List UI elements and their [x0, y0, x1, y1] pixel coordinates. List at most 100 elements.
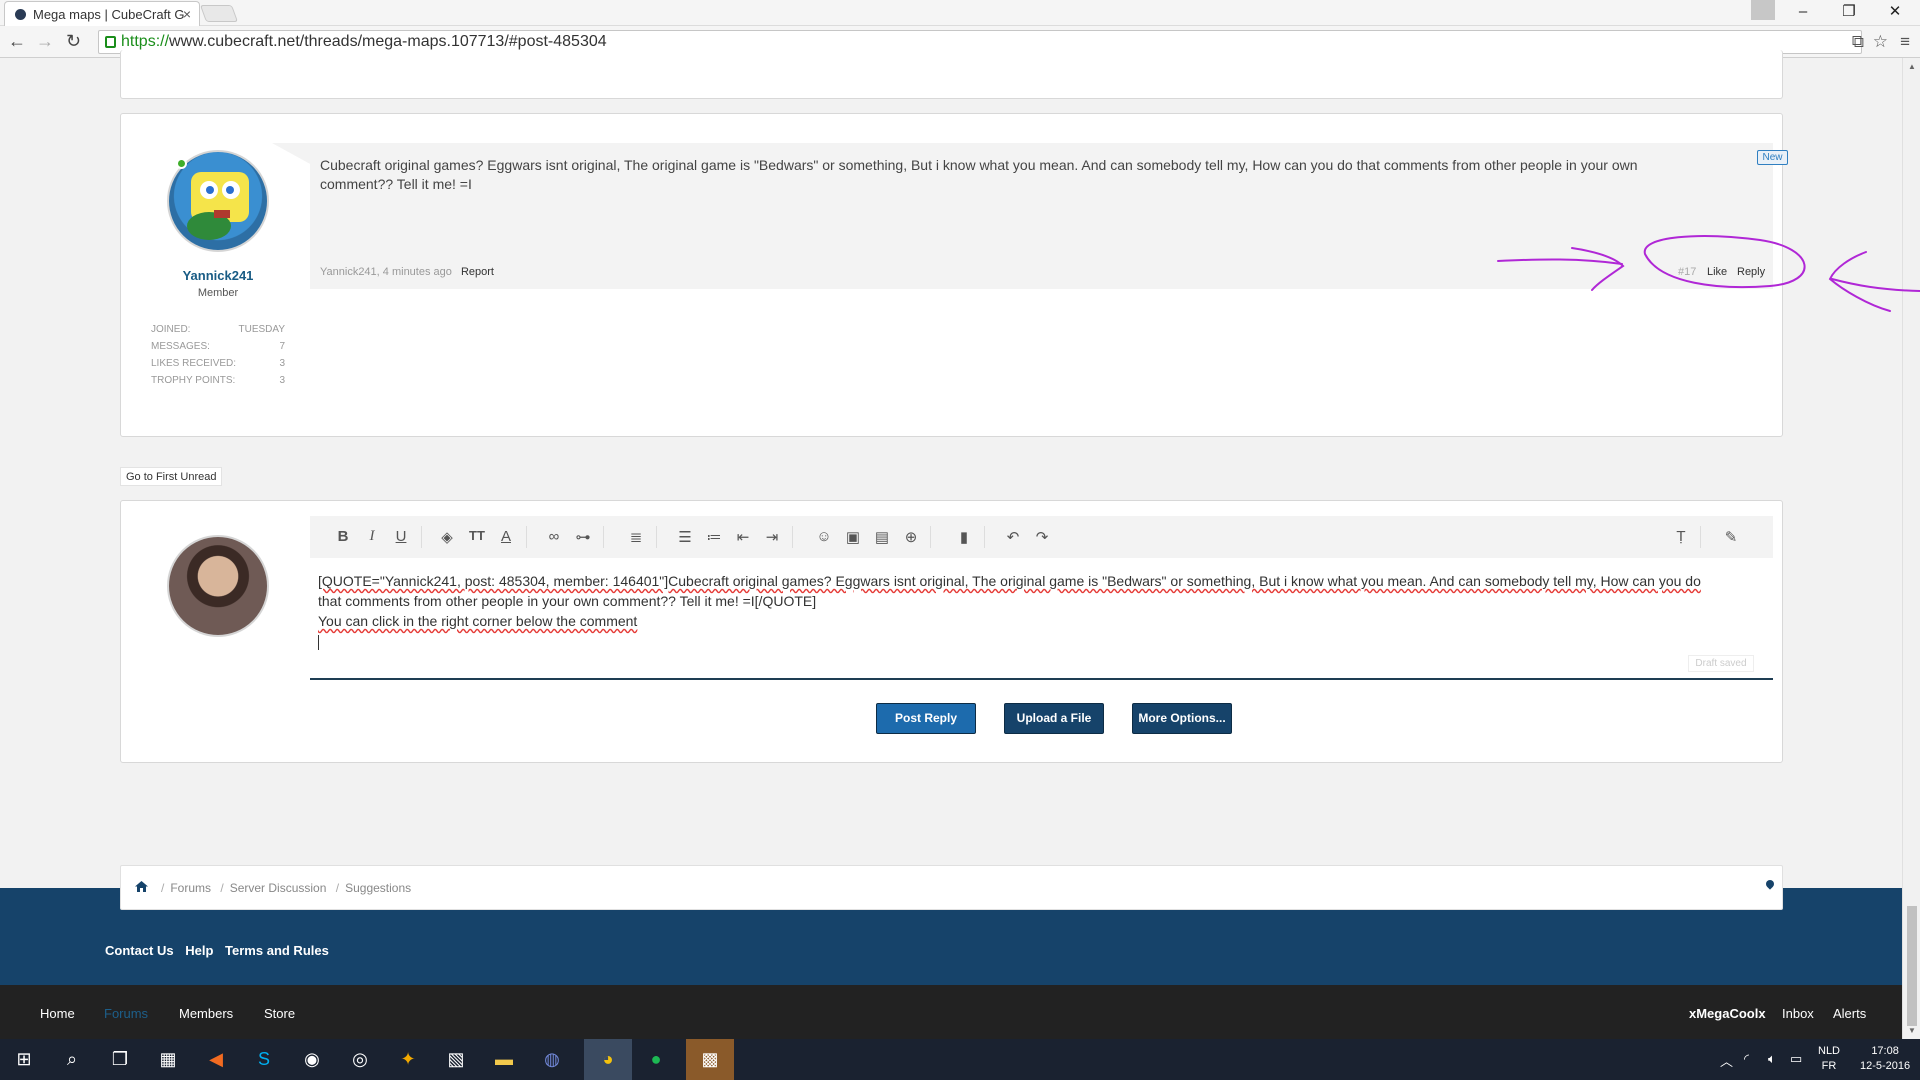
spotify-icon[interactable]: ● — [632, 1039, 680, 1080]
language-indicator[interactable]: NLD FR — [1818, 1044, 1840, 1074]
footer-links: Contact Us Help Terms and Rules — [105, 943, 337, 958]
like-link[interactable]: Like — [1707, 266, 1727, 278]
audio-app-icon[interactable]: ◀ — [192, 1039, 240, 1080]
steam-icon[interactable]: ◉ — [288, 1039, 336, 1080]
window-close-icon[interactable]: ✕ — [1872, 0, 1918, 24]
chrome-icon[interactable]: ◕ — [584, 1039, 632, 1080]
help-link[interactable]: Help — [185, 943, 213, 958]
paint-app-icon[interactable]: ✦ — [384, 1039, 432, 1080]
upload-file-button[interactable]: Upload a File — [1004, 703, 1104, 734]
undo-icon[interactable]: ↶ — [1002, 528, 1024, 546]
go-to-first-unread-button[interactable]: Go to First Unread — [120, 467, 223, 486]
terms-link[interactable]: Terms and Rules — [225, 943, 329, 958]
new-badge: New — [1757, 150, 1788, 165]
editor-reply-line: You can click in the right corner below … — [318, 613, 638, 629]
unlink-icon[interactable]: ⊶ — [572, 528, 594, 546]
nav-store[interactable]: Store — [264, 1006, 295, 1021]
scroll-down-icon[interactable]: ▼ — [1908, 1026, 1916, 1035]
discord-icon[interactable]: ◍ — [528, 1039, 576, 1080]
italic-icon[interactable]: I — [361, 528, 383, 545]
media-icon[interactable]: ▤ — [871, 528, 893, 546]
font-size-icon[interactable]: TT — [466, 528, 488, 543]
numbered-list-icon[interactable]: ≔ — [703, 528, 725, 546]
windows-start-icon[interactable]: ⊞ — [0, 1039, 48, 1080]
smiley-icon[interactable]: ☺ — [813, 528, 835, 545]
search-icon[interactable]: ⌕ — [48, 1039, 96, 1080]
more-options-button[interactable]: More Options... — [1132, 703, 1232, 734]
location-pin-icon[interactable] — [1764, 878, 1776, 890]
menu-icon[interactable]: ≡ — [1900, 32, 1920, 52]
close-icon[interactable]: × — [183, 6, 191, 22]
breadcrumb-suggestions[interactable]: Suggestions — [345, 881, 411, 895]
post-number-link[interactable]: #17 — [1678, 266, 1696, 278]
action-center-icon[interactable]: ▭ — [1790, 1051, 1802, 1067]
bold-icon[interactable]: B — [332, 528, 354, 545]
minecraft-icon[interactable]: ▩ — [686, 1039, 734, 1080]
translate-icon[interactable]: ⧉ — [1852, 32, 1874, 52]
indent-icon[interactable]: ⇥ — [761, 528, 783, 546]
file-explorer-icon[interactable]: ▬ — [480, 1039, 528, 1080]
reply-link[interactable]: Reply — [1737, 266, 1765, 278]
document-icon[interactable]: ▮ — [953, 528, 975, 546]
tray-expand-icon[interactable]: ︿ — [1720, 1051, 1733, 1070]
contact-us-link[interactable]: Contact Us — [105, 943, 174, 958]
align-icon[interactable]: ≣ — [625, 528, 647, 546]
network-icon[interactable]: ◜ — [1744, 1051, 1749, 1067]
post-message: Cubecraft original games? Eggwars isnt o… — [320, 157, 1638, 192]
reload-icon[interactable]: ↻ — [66, 31, 81, 52]
browser-tab[interactable]: Mega maps | CubeCraft G × — [4, 1, 200, 26]
pencil-icon[interactable]: ✎ — [1720, 528, 1742, 546]
bullet-list-icon[interactable]: ☰ — [674, 528, 696, 546]
volume-icon[interactable]: 🔈︎ — [1768, 1051, 1776, 1067]
breadcrumb-trail: / Forums / Server Discussion / Suggestions — [161, 881, 412, 895]
obs-icon[interactable]: ◎ — [336, 1039, 384, 1080]
underline-icon[interactable]: U — [390, 528, 412, 545]
nav-members[interactable]: Members — [179, 1006, 233, 1021]
bookmark-star-icon[interactable]: ☆ — [1873, 32, 1898, 52]
url-scheme: https:// — [121, 33, 170, 50]
post-author-time: Yannick241, 4 minutes ago — [320, 266, 452, 278]
toolbar-separator — [656, 526, 657, 548]
calculator-icon[interactable]: ▦ — [144, 1039, 192, 1080]
report-link[interactable]: Report — [461, 266, 494, 278]
reply-editor[interactable]: [QUOTE="Yannick241, post: 485304, member… — [318, 571, 1748, 651]
post-reply-button[interactable]: Post Reply — [876, 703, 976, 734]
insert-icon[interactable]: ⊕ — [900, 528, 922, 546]
home-icon[interactable] — [135, 881, 148, 892]
cubecraft-favicon-icon — [15, 9, 26, 20]
breadcrumb-server-discussion[interactable]: Server Discussion — [230, 881, 327, 895]
scroll-thumb[interactable] — [1907, 906, 1917, 1026]
nav-forums[interactable]: Forums — [104, 1006, 148, 1021]
nav-username[interactable]: xMegaCoolx — [1689, 1006, 1766, 1021]
stat-trophy-points: Trophy Points: 3 — [151, 375, 285, 386]
post-username[interactable]: Yannick241 — [120, 268, 316, 283]
editor-caret-line — [318, 631, 1748, 651]
page-scrollbar[interactable]: ▲ ▼ — [1902, 58, 1920, 1039]
system-clock[interactable]: 17:08 12-5-2016 — [1860, 1044, 1910, 1074]
user-title: Member — [197, 287, 239, 299]
toolbar-separator — [526, 526, 527, 548]
nav-home[interactable]: Home — [40, 1006, 75, 1021]
new-tab-button[interactable] — [199, 5, 239, 22]
fill-color-icon[interactable]: ◈ — [436, 528, 458, 546]
restore-icon[interactable]: ❐ — [1826, 0, 1872, 24]
redo-icon[interactable]: ↷ — [1031, 528, 1053, 546]
outdent-icon[interactable]: ⇤ — [732, 528, 754, 546]
my-avatar[interactable] — [167, 535, 269, 637]
profile-icon[interactable] — [1751, 0, 1775, 20]
link-icon[interactable]: ∞ — [543, 528, 565, 545]
back-arrow-icon[interactable]: ← — [8, 31, 26, 52]
draft-saved-indicator: Draft saved — [1688, 655, 1754, 672]
scroll-up-icon[interactable]: ▲ — [1908, 62, 1916, 71]
nav-inbox[interactable]: Inbox — [1782, 1006, 1814, 1021]
minimize-icon[interactable]: – — [1780, 0, 1826, 24]
text-color-icon[interactable]: A — [495, 528, 517, 545]
forward-arrow-icon[interactable]: → — [36, 31, 54, 52]
skype-icon[interactable]: S — [240, 1039, 288, 1080]
remove-format-icon[interactable]: Ṭ — [1670, 528, 1692, 545]
image-icon[interactable]: ▣ — [842, 528, 864, 546]
nav-alerts[interactable]: Alerts — [1833, 1006, 1866, 1021]
breadcrumb-forums[interactable]: Forums — [170, 881, 211, 895]
task-view-icon[interactable]: ❐ — [96, 1039, 144, 1080]
movie-maker-icon[interactable]: ▧ — [432, 1039, 480, 1080]
